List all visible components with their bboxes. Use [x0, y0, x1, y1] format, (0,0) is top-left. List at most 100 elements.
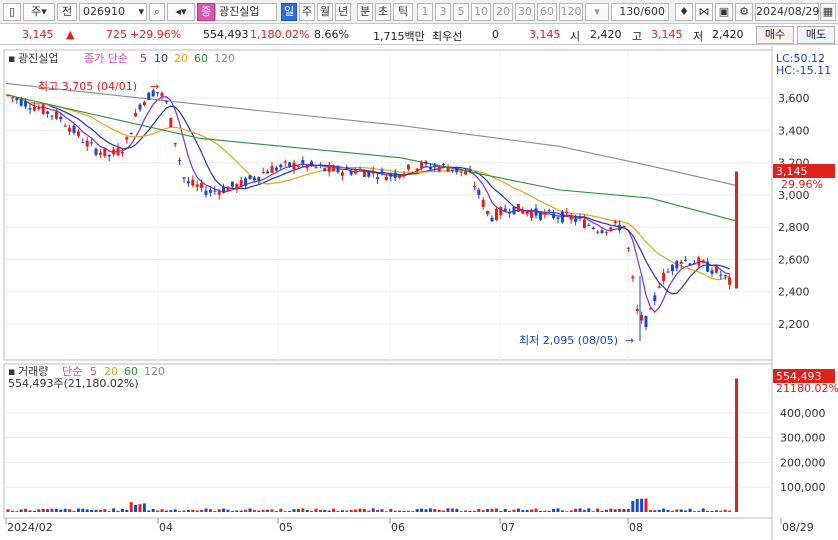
- candle-body: [371, 170, 375, 174]
- candle-body: [173, 143, 177, 145]
- volume-bar: [217, 509, 221, 512]
- candle-body: [635, 309, 639, 312]
- period-day[interactable]: 일: [281, 3, 297, 21]
- candle-body: [604, 231, 608, 233]
- chart-area[interactable]: ▪ 광진실업 종가 단순 5 10 20 60 120 LC:50.12 HC:…: [0, 46, 838, 540]
- interval-30[interactable]: 30: [515, 3, 535, 21]
- x-tick-label: 06: [391, 521, 405, 534]
- volume-bar: [186, 509, 190, 512]
- candle-body: [327, 165, 331, 172]
- volume-bar: [274, 510, 278, 512]
- chart-type-icon[interactable]: ⋈: [695, 3, 713, 21]
- interval-10[interactable]: 10: [471, 3, 491, 21]
- volume-bar: [46, 509, 50, 512]
- gear-icon[interactable]: ⚙: [735, 3, 753, 21]
- candle-body: [662, 272, 666, 281]
- volume-bar: [587, 508, 591, 512]
- volume-bar: [723, 509, 727, 512]
- candle-body: [257, 176, 261, 181]
- interval-60[interactable]: 60: [537, 3, 557, 21]
- period-second[interactable]: 초: [375, 3, 391, 21]
- indicator-icon[interactable]: ♦: [675, 3, 693, 21]
- volume-bar: [72, 510, 76, 512]
- candle-body: [292, 162, 296, 170]
- candle-body: [76, 131, 80, 136]
- volume-bar: [560, 510, 564, 512]
- volume-bar: [679, 509, 683, 512]
- open-value: 2,420: [590, 28, 622, 41]
- volume-bar: [208, 509, 212, 512]
- volume-bar: [138, 504, 142, 512]
- volume-bar: [618, 508, 622, 512]
- candle-body: [274, 167, 278, 171]
- volume-bar: [358, 508, 362, 512]
- period-tick[interactable]: 틱: [393, 3, 413, 21]
- calendar-icon[interactable]: ▦: [820, 3, 836, 21]
- change-value: 725: [106, 28, 127, 41]
- volume-bar: [19, 509, 23, 512]
- candle-body: [72, 125, 76, 133]
- interval-120[interactable]: 120: [559, 3, 583, 21]
- interval-dropdown[interactable]: ▾: [585, 3, 609, 21]
- volume-bar: [692, 511, 696, 512]
- candle-body: [129, 132, 133, 135]
- candle-body: [336, 166, 340, 173]
- volume-bar: [279, 508, 283, 512]
- x-axis: 2024/02 04 05 06 07 08 08/29: [5, 518, 814, 534]
- candle-body: [521, 209, 525, 214]
- volume-bar: [345, 510, 349, 512]
- candle-body: [406, 164, 410, 170]
- candle-body: [261, 172, 265, 174]
- candle-body: [270, 166, 274, 173]
- candle-body: [239, 179, 243, 187]
- ma120-label: 120: [214, 52, 235, 65]
- period-year[interactable]: 년: [335, 3, 351, 21]
- candle-body: [248, 175, 252, 180]
- trade-amount: 1,715백만: [373, 30, 425, 43]
- arrow-right-icon: →: [625, 334, 634, 347]
- candle-body: [543, 211, 547, 215]
- sell-button[interactable]: 매도: [797, 26, 835, 44]
- candle-body: [591, 227, 595, 230]
- buy-button[interactable]: 매수: [756, 26, 794, 44]
- sound-icon[interactable]: ◂▾: [167, 3, 195, 21]
- candle-body: [714, 267, 718, 273]
- interval-5[interactable]: 5: [453, 3, 469, 21]
- data-count[interactable]: 130/600: [611, 3, 669, 21]
- stock-code-input[interactable]: 026910 ▾: [79, 3, 147, 21]
- legend-gear-icon[interactable]: ▪: [8, 52, 15, 65]
- candle-body: [6, 94, 10, 96]
- save-icon[interactable]: ▣: [715, 3, 733, 21]
- chart-menu-icon[interactable]: ▯: [3, 3, 21, 21]
- date-field[interactable]: 2024/08/29: [755, 3, 819, 21]
- low-annotation: 최저 2,095 (08/05): [519, 334, 618, 347]
- candle-body: [428, 166, 432, 170]
- volume-bar: [296, 509, 300, 512]
- volume-bar: [521, 510, 525, 512]
- candle-body: [19, 99, 23, 106]
- candle-body: [235, 184, 239, 190]
- interval-3[interactable]: 3: [435, 3, 451, 21]
- candle-body: [569, 215, 573, 220]
- candle-body: [208, 189, 212, 193]
- period-month[interactable]: 월: [317, 3, 333, 21]
- candle-body: [340, 172, 344, 176]
- search-icon[interactable]: ⌕: [149, 3, 165, 21]
- candle-body: [499, 207, 503, 216]
- candle-body: [389, 173, 393, 177]
- volume-bar: [719, 510, 723, 512]
- volume-bar: [653, 510, 657, 512]
- candle-body: [50, 115, 54, 117]
- period-minute[interactable]: 분: [357, 3, 373, 21]
- period-week[interactable]: 주: [299, 3, 315, 21]
- volume-bar: [657, 509, 661, 512]
- volume-bar: [604, 509, 608, 512]
- candle-body: [112, 149, 116, 155]
- market-select[interactable]: 주▾: [23, 3, 55, 21]
- jeon-button[interactable]: 전: [57, 3, 77, 21]
- candle-body: [213, 190, 217, 192]
- candle-body: [692, 262, 696, 265]
- interval-1[interactable]: 1: [417, 3, 433, 21]
- interval-20[interactable]: 20: [493, 3, 513, 21]
- volume-bar: [534, 508, 538, 512]
